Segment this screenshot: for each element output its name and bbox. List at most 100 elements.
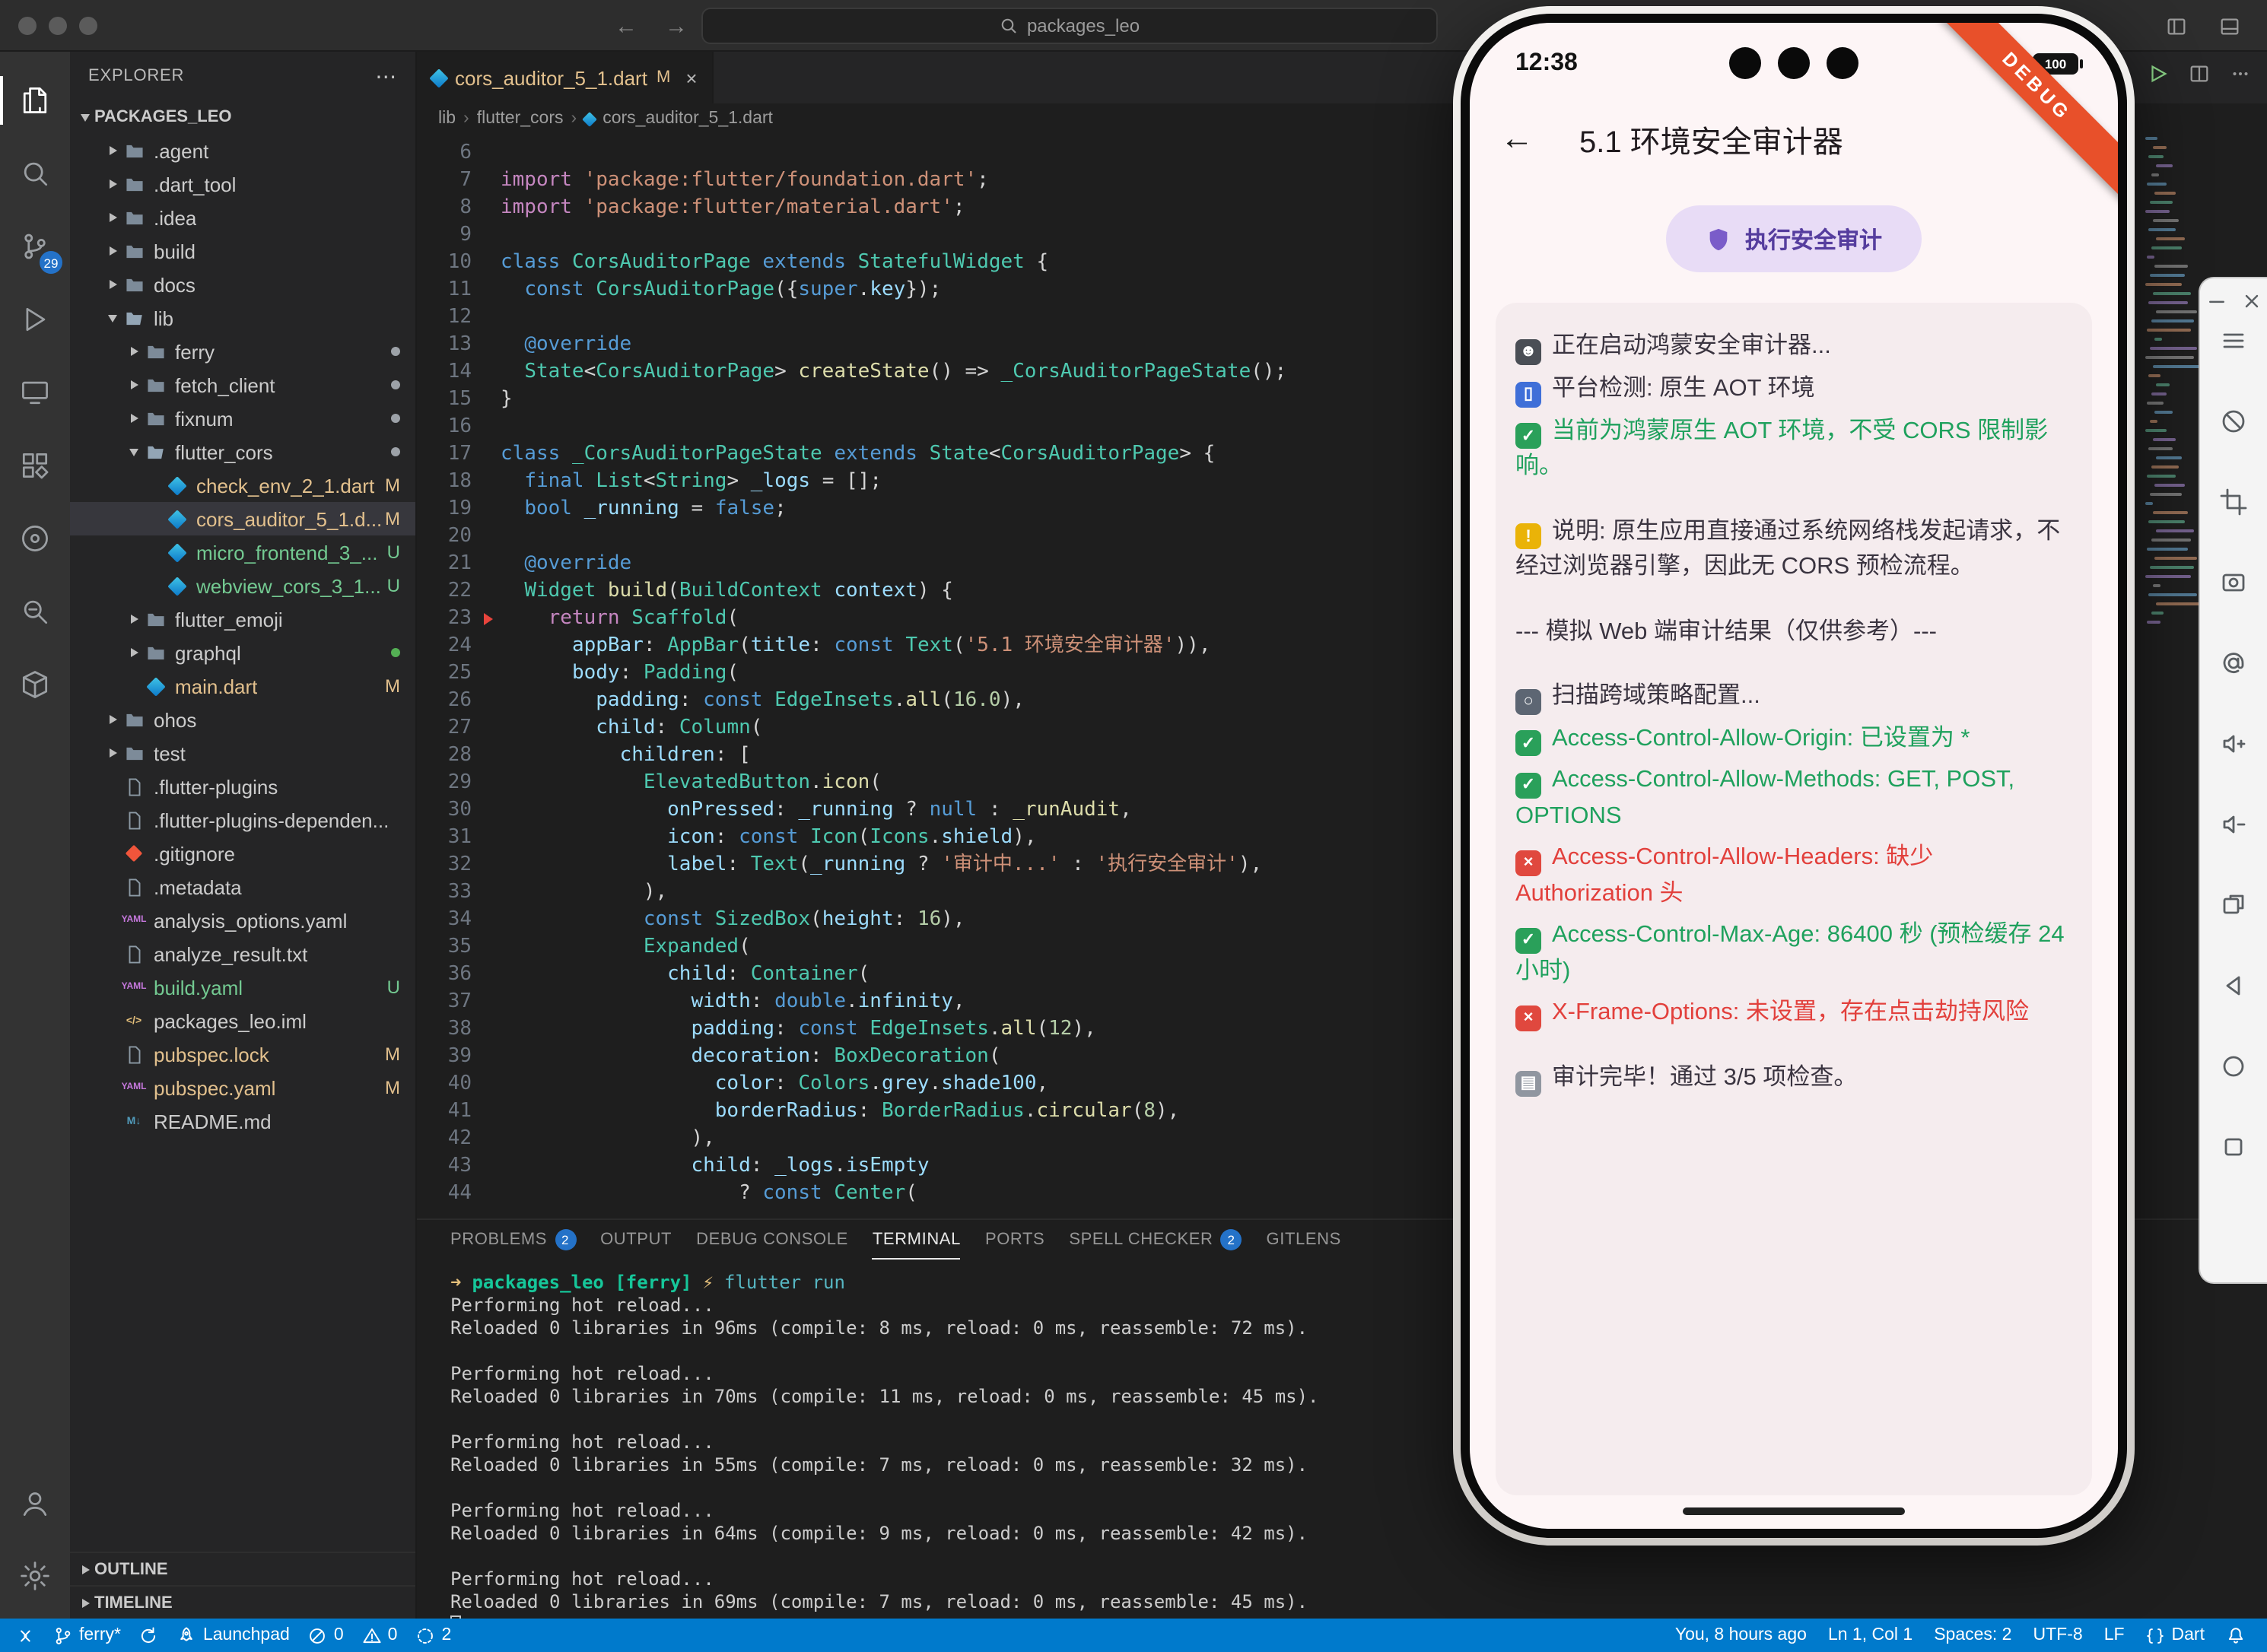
sim-back-button[interactable] <box>2220 972 2247 999</box>
activity-packages-icon[interactable] <box>0 648 70 721</box>
activity-run-debug-icon[interactable] <box>0 283 70 356</box>
tree-folder[interactable]: docs <box>70 268 415 301</box>
activity-account-icon[interactable] <box>0 1466 70 1539</box>
back-arrow-icon[interactable]: ← <box>1500 122 1534 155</box>
activity-explorer-icon[interactable] <box>0 64 70 137</box>
nav-forward-icon[interactable]: → <box>665 13 688 39</box>
chevron-right-icon[interactable] <box>103 213 122 222</box>
breadcrumb-item[interactable]: cors_auditor_5_1.dart <box>603 110 773 128</box>
panel-tab-spell-checker[interactable]: SPELL CHECKER2 <box>1069 1220 1242 1260</box>
tree-file[interactable]: YAMLpubspec.yamlM <box>70 1071 415 1104</box>
tree-file[interactable]: webview_cors_3_1...U <box>70 569 415 602</box>
chevron-right-icon[interactable] <box>125 347 143 356</box>
status-cursor-position[interactable]: Ln 1, Col 1 <box>1828 1626 1912 1644</box>
status-spell-issues[interactable]: 2 <box>415 1625 451 1645</box>
layout-panel-icon[interactable] <box>2217 14 2241 37</box>
tree-file[interactable]: </>packages_leo.iml <box>70 1004 415 1037</box>
tree-file[interactable]: YAMLanalysis_options.yaml <box>70 904 415 937</box>
chevron-right-icon[interactable] <box>125 615 143 624</box>
tree-file[interactable]: .flutter-plugins <box>70 770 415 803</box>
status-blame[interactable]: You, 8 hours ago <box>1675 1626 1807 1644</box>
activity-code-search-icon[interactable] <box>0 575 70 648</box>
sim-recents-button[interactable] <box>2220 1133 2247 1161</box>
status-launchpad[interactable]: Launchpad <box>177 1625 290 1645</box>
activity-pull-requests-icon[interactable] <box>0 502 70 575</box>
tree-folder[interactable]: fixnum <box>70 402 415 435</box>
close-window-button[interactable] <box>18 17 37 35</box>
status-warnings[interactable]: 0 <box>362 1625 398 1645</box>
zoom-window-button[interactable] <box>79 17 97 35</box>
status-sync[interactable] <box>139 1625 159 1645</box>
home-indicator[interactable] <box>1683 1507 1905 1515</box>
chevron-right-icon[interactable] <box>103 146 122 155</box>
run-icon[interactable] <box>2147 62 2170 93</box>
tree-folder[interactable]: fetch_client <box>70 368 415 402</box>
chevron-right-icon[interactable] <box>103 280 122 289</box>
chevron-right-icon[interactable] <box>103 715 122 724</box>
chevron-down-icon[interactable] <box>103 314 122 322</box>
minimize-window-button[interactable] <box>49 17 67 35</box>
status-remote[interactable] <box>15 1625 35 1645</box>
command-center-search[interactable]: packages_leo <box>701 8 1438 44</box>
activity-remote-icon[interactable] <box>0 356 70 429</box>
tree-file[interactable]: analyze_result.txt <box>70 937 415 971</box>
chevron-right-icon[interactable] <box>103 179 122 189</box>
chevron-right-icon[interactable] <box>125 380 143 389</box>
tree-folder[interactable]: .dart_tool <box>70 167 415 201</box>
chevron-down-icon[interactable] <box>125 448 143 456</box>
tree-file[interactable]: .gitignore <box>70 837 415 870</box>
status-eol[interactable]: LF <box>2104 1626 2125 1644</box>
tree-folder[interactable]: flutter_emoji <box>70 602 415 636</box>
sim-volume-up-button[interactable] <box>2220 730 2247 758</box>
tree-folder[interactable]: lib <box>70 301 415 335</box>
tree-file[interactable]: pubspec.lockM <box>70 1037 415 1071</box>
sim-close-button[interactable] <box>2240 291 2262 312</box>
sim-mention-button[interactable] <box>2220 650 2247 677</box>
sim-volume-down-button[interactable] <box>2220 811 2247 838</box>
tree-folder[interactable]: .agent <box>70 134 415 167</box>
nav-back-icon[interactable]: ← <box>615 13 637 39</box>
tree-file[interactable]: main.dartM <box>70 669 415 703</box>
chevron-right-icon[interactable] <box>103 246 122 256</box>
tree-file[interactable]: cors_auditor_5_1.d...M <box>70 502 415 535</box>
tree-folder[interactable]: graphql <box>70 636 415 669</box>
tree-folder[interactable]: test <box>70 736 415 770</box>
chevron-right-icon[interactable] <box>125 648 143 657</box>
panel-tab-problems[interactable]: PROBLEMS2 <box>450 1220 576 1260</box>
tree-folder[interactable]: .idea <box>70 201 415 234</box>
sim-menu-button[interactable] <box>2220 327 2247 354</box>
section-packages-leo[interactable]: PACKAGES_LEO <box>70 100 415 134</box>
tree-folder[interactable]: ferry <box>70 335 415 368</box>
tree-file[interactable]: YAMLbuild.yamlU <box>70 971 415 1004</box>
status-encoding[interactable]: UTF-8 <box>2033 1626 2083 1644</box>
panel-tab-terminal[interactable]: TERMINAL <box>873 1220 961 1260</box>
panel-tab-output[interactable]: OUTPUT <box>600 1220 672 1260</box>
breakpoint-marker[interactable] <box>484 613 493 625</box>
breadcrumb-item[interactable]: flutter_cors <box>477 110 564 128</box>
tree-file[interactable]: M↓README.md <box>70 1104 415 1138</box>
panel-tab-gitlens[interactable]: GITLENS <box>1267 1220 1341 1260</box>
tree-file[interactable]: micro_frontend_3_...U <box>70 535 415 569</box>
activity-source-control-icon[interactable]: 29 <box>0 210 70 283</box>
sim-screenshot-button[interactable] <box>2220 569 2247 596</box>
sim-windows-button[interactable] <box>2220 891 2247 919</box>
sim-touch-off-button[interactable] <box>2220 408 2247 435</box>
breadcrumb-item[interactable]: lib <box>438 110 456 128</box>
tree-folder[interactable]: build <box>70 234 415 268</box>
close-tab-icon[interactable]: × <box>685 66 697 89</box>
tree-folder[interactable]: ohos <box>70 703 415 736</box>
editor-tab[interactable]: cors_auditor_5_1.dart M × <box>417 52 714 103</box>
chevron-right-icon[interactable] <box>125 414 143 423</box>
tree-file[interactable]: check_env_2_1.dartM <box>70 469 415 502</box>
tree-file[interactable]: .flutter-plugins-dependen... <box>70 803 415 837</box>
activity-settings-icon[interactable] <box>0 1539 70 1612</box>
more-actions-icon[interactable]: ⋯ <box>375 63 397 89</box>
tree-folder[interactable]: flutter_cors <box>70 435 415 469</box>
activity-extensions-icon[interactable] <box>0 429 70 502</box>
status-language-mode[interactable]: Dart <box>2146 1625 2205 1645</box>
split-icon[interactable] <box>2188 62 2211 93</box>
activity-search-icon[interactable] <box>0 137 70 210</box>
section-timeline[interactable]: TIMELINE <box>70 1585 415 1619</box>
sim-crop-button[interactable] <box>2220 488 2247 516</box>
sim-home-button[interactable] <box>2220 1053 2247 1080</box>
